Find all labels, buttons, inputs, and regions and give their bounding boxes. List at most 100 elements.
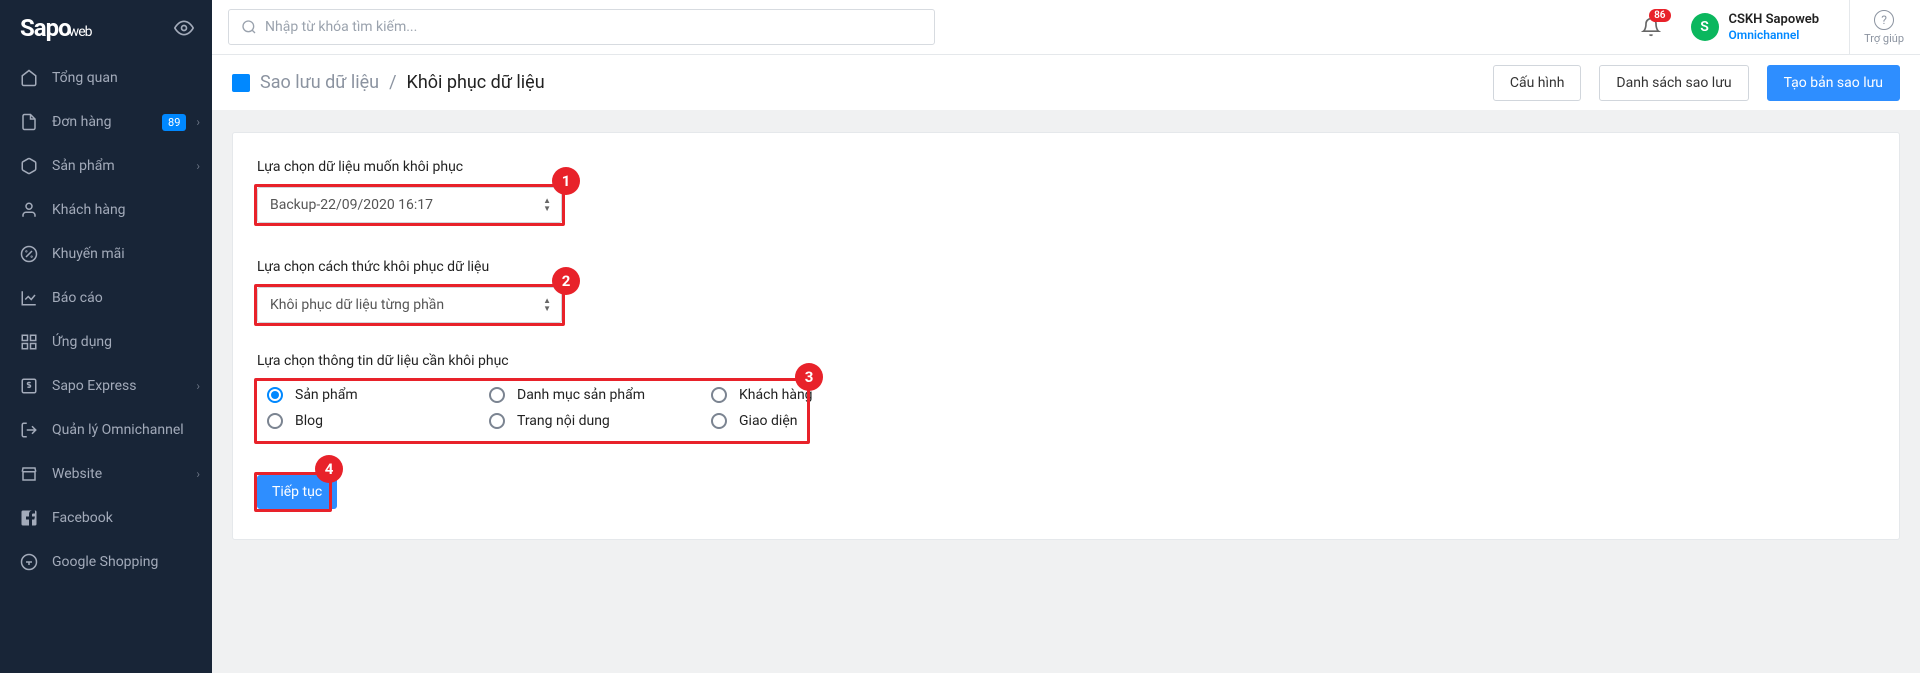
store-icon [20, 465, 38, 483]
sidebar-item-omni[interactable]: Quản lý Omnichannel [0, 408, 212, 452]
eye-icon[interactable] [174, 18, 194, 38]
package-icon [20, 157, 38, 175]
help-icon: ? [1874, 10, 1894, 30]
radio-blog[interactable]: Blog [267, 413, 489, 429]
select-value: Backup-22/09/2020 16:17 [270, 197, 433, 213]
chevron-right-icon: › [196, 467, 200, 481]
field-label: Lựa chọn dữ liệu muốn khôi phục [257, 159, 1875, 175]
restore-form-card: Lựa chọn dữ liệu muốn khôi phục Backup-2… [232, 132, 1900, 540]
file-icon [20, 113, 38, 131]
config-button[interactable]: Cấu hình [1493, 65, 1582, 101]
field-label: Lựa chọn thông tin dữ liệu cần khôi phục [257, 353, 1875, 369]
create-backup-button[interactable]: Tạo bản sao lưu [1767, 65, 1900, 101]
sidebar-item-label: Báo cáo [52, 290, 200, 306]
radio-theme[interactable]: Giao diện [711, 413, 933, 429]
method-select[interactable]: Khôi phục dữ liệu từng phần ▲▼ [257, 287, 562, 323]
annotation-circle-1: 1 [552, 167, 580, 195]
radio-label: Trang nội dung [517, 413, 610, 429]
radio-label: Danh mục sản phẩm [517, 387, 645, 403]
topbar: 86 S CSKH Sapoweb Omnichannel ? Trợ giúp [212, 0, 1920, 54]
chevron-right-icon: › [196, 159, 200, 173]
sidebar-item-promo[interactable]: Khuyến mãi [0, 232, 212, 276]
radio-product[interactable]: Sản phẩm [267, 387, 489, 403]
account-menu[interactable]: S CSKH Sapoweb Omnichannel [1691, 12, 1820, 42]
notifications-button[interactable]: 86 [1641, 17, 1661, 37]
sidebar-item-label: Ứng dụng [52, 334, 200, 350]
sidebar-item-label: Tổng quan [52, 70, 200, 86]
sidebar-item-overview[interactable]: Tổng quan [0, 56, 212, 100]
sidebar-item-orders[interactable]: Đơn hàng 89 › [0, 100, 212, 144]
breadcrumb-row: Sao lưu dữ liệu / Khôi phục dữ liệu Cấu … [212, 54, 1920, 110]
sidebar-item-label: Facebook [52, 510, 200, 526]
sidebar-item-products[interactable]: Sản phẩm › [0, 144, 212, 188]
radio-icon [267, 413, 283, 429]
avatar: S [1691, 13, 1719, 41]
help-label: Trợ giúp [1864, 32, 1904, 45]
sidebar-item-customers[interactable]: Khách hàng [0, 188, 212, 232]
logo-main: Sapo [20, 14, 71, 42]
backup-icon [232, 74, 250, 92]
account-sub: Omnichannel [1729, 28, 1820, 42]
search-input[interactable] [265, 19, 922, 35]
home-icon [20, 69, 38, 87]
sidebar-item-label: Đơn hàng [52, 114, 162, 130]
sidebar-item-apps[interactable]: Ứng dụng [0, 320, 212, 364]
block-radio-group: Lựa chọn thông tin dữ liệu cần khôi phục… [257, 353, 1875, 435]
sidebar-item-express[interactable]: Sapo Express › [0, 364, 212, 408]
backup-select[interactable]: Backup-22/09/2020 16:17 ▲▼ [257, 187, 562, 223]
logo[interactable]: Sapoweb [20, 14, 91, 42]
sidebar: Sapoweb Tổng quan Đơn hàng 89 › Sản phẩm… [0, 0, 212, 673]
radio-icon [489, 413, 505, 429]
continue-wrap: Tiếp tục 4 [257, 475, 337, 509]
logo-row: Sapoweb [0, 0, 212, 56]
sidebar-item-label: Sản phẩm [52, 158, 196, 174]
chevron-right-icon: › [196, 379, 200, 393]
sidebar-item-label: Khách hàng [52, 202, 200, 218]
list-button[interactable]: Danh sách sao lưu [1599, 65, 1748, 101]
account-name: CSKH Sapoweb [1729, 12, 1820, 28]
search-icon [241, 19, 257, 35]
breadcrumb-sep: / [389, 72, 396, 93]
field-label: Lựa chọn cách thức khôi phục dữ liệu [257, 259, 1875, 275]
radio-category[interactable]: Danh mục sản phẩm [489, 387, 711, 403]
updown-icon: ▲▼ [543, 197, 551, 213]
search-box[interactable] [228, 9, 935, 45]
radio-customer[interactable]: Khách hàng [711, 387, 933, 403]
radio-page[interactable]: Trang nội dung [489, 413, 711, 429]
radio-icon [489, 387, 505, 403]
radio-grid: Sản phẩm Danh mục sản phẩm Khách hàng Bl… [257, 381, 943, 435]
radio-icon [711, 413, 727, 429]
grid-icon [20, 333, 38, 351]
sidebar-item-label: Website [52, 466, 196, 482]
updown-icon: ▲▼ [543, 297, 551, 313]
logo-sub: web [69, 24, 92, 40]
sidebar-item-label: Google Shopping [52, 554, 200, 570]
exit-icon [20, 421, 38, 439]
notification-count: 86 [1649, 9, 1670, 22]
account-text: CSKH Sapoweb Omnichannel [1729, 12, 1820, 42]
block-select-backup: Lựa chọn dữ liệu muốn khôi phục Backup-2… [257, 159, 1875, 223]
content: Lựa chọn dữ liệu muốn khôi phục Backup-2… [212, 110, 1920, 673]
chart-icon [20, 289, 38, 307]
radio-label: Sản phẩm [295, 387, 358, 403]
nav: Tổng quan Đơn hàng 89 › Sản phẩm › Khách… [0, 56, 212, 673]
annotation-circle-4: 4 [315, 455, 343, 483]
sidebar-item-website[interactable]: Website › [0, 452, 212, 496]
select-value: Khôi phục dữ liệu từng phần [270, 297, 444, 313]
radio-icon [711, 387, 727, 403]
badge: 89 [162, 114, 186, 131]
help-button[interactable]: ? Trợ giúp [1849, 0, 1904, 54]
breadcrumb-link[interactable]: Sao lưu dữ liệu [260, 72, 379, 93]
sidebar-item-facebook[interactable]: Facebook [0, 496, 212, 540]
radio-label: Giao diện [739, 413, 797, 429]
sidebar-item-label: Sapo Express [52, 378, 196, 394]
chevron-right-icon: › [196, 115, 200, 129]
radio-label: Blog [295, 413, 323, 429]
s-icon [20, 377, 38, 395]
sidebar-item-reports[interactable]: Báo cáo [0, 276, 212, 320]
annotation-circle-3: 3 [795, 363, 823, 391]
block-select-method: Lựa chọn cách thức khôi phục dữ liệu Khô… [257, 259, 1875, 323]
sidebar-item-google[interactable]: Google Shopping [0, 540, 212, 584]
annotation-circle-2: 2 [552, 267, 580, 295]
percent-icon [20, 245, 38, 263]
